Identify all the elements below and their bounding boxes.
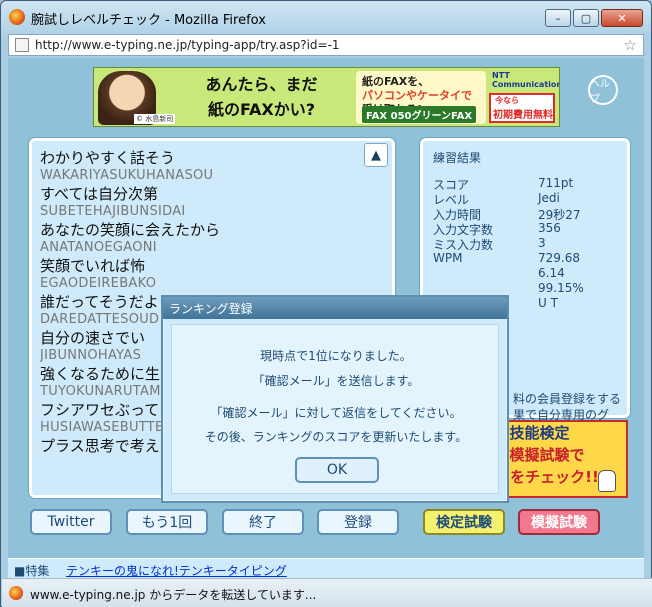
result-value: 3 xyxy=(538,236,546,250)
result-value: U T xyxy=(538,296,558,310)
end-button[interactable]: 終了 xyxy=(222,509,304,535)
banner-headline-line1: あんたら、まだ xyxy=(205,75,318,94)
mock-exam-button[interactable]: 模擬試験 xyxy=(518,509,600,535)
dialog-title: ランキング登録 xyxy=(169,302,253,316)
result-label: 入力時間 xyxy=(433,208,482,222)
firefox-status-icon xyxy=(9,586,23,600)
retry-button[interactable]: もう1回 xyxy=(126,509,208,535)
certification-exam-button[interactable]: 検定試験 xyxy=(423,509,505,535)
dialog-line4: その後、ランキングのスコアを更新いたします。 xyxy=(204,430,468,444)
result-value: 356 xyxy=(538,221,561,235)
banner-fax-label: FAX 050グリーンFAX xyxy=(362,106,477,123)
result-label: ミス入力数 xyxy=(433,238,494,252)
page-icon xyxy=(15,38,29,52)
dialog-line3: 「確認メール」に対して返信をしてください。 xyxy=(210,406,462,420)
ok-button[interactable]: OK xyxy=(295,457,379,483)
result-label xyxy=(433,281,538,296)
banner-credit: © 水島新司 xyxy=(134,114,176,124)
bookmark-star-icon[interactable]: ☆ xyxy=(624,36,637,54)
register-button[interactable]: 登録 xyxy=(317,509,399,535)
results-title: 練習結果 xyxy=(433,151,482,165)
ntt-logo: NTT Communications xyxy=(492,71,560,89)
text-line-romaji: ANATANOEGAONI xyxy=(40,240,157,255)
feature-bar: ■特集 テンキーの鬼になれ!テンキータイピング xyxy=(8,558,644,578)
firefox-icon xyxy=(9,9,25,25)
result-value: 729.68 xyxy=(538,251,580,265)
result-label xyxy=(433,266,538,281)
result-label: WPM xyxy=(433,251,463,265)
banner-promo-box: 今なら 初期費用無料 xyxy=(489,93,555,123)
pointer-hand-icon xyxy=(598,470,616,492)
dialog-line2: 「確認メール」を送信します。 xyxy=(252,374,420,388)
close-button[interactable]: ✕ xyxy=(601,9,643,27)
banner-headline-line2: 紙のFAXかい? xyxy=(207,100,316,119)
result-value: 29秒27 xyxy=(538,208,581,222)
result-value: 99.15% xyxy=(538,281,584,295)
result-row: 入力時間 29秒27 xyxy=(433,206,618,222)
result-value: Jedi xyxy=(538,191,560,205)
banner-promo-line2: 初期費用無料 xyxy=(493,110,553,121)
feature-tag: ■特集 xyxy=(14,564,50,578)
maximize-button[interactable]: ▢ xyxy=(573,9,599,27)
text-line-romaji: SUBETEHAJIBUNSIDAI xyxy=(40,204,186,219)
text-line-romaji: EGAODEIREBAKO xyxy=(40,276,157,291)
status-text: www.e-typing.ne.jp からデータを転送しています... xyxy=(30,588,317,602)
text-line-japanese: 笑顔でいれば怖 xyxy=(40,257,146,275)
url-text[interactable]: http://www.e-typing.ne.jp/typing-app/try… xyxy=(35,38,340,52)
result-row: WPM 729.68 xyxy=(433,251,618,266)
result-value: 6.14 xyxy=(538,266,565,280)
results-table: スコア 711pt レベル Jedi 入力時間 29秒27 入力文字数 356 ミス入力数 3 WP… xyxy=(433,176,618,311)
scroll-up-icon[interactable]: ▲ xyxy=(364,143,388,167)
banner-headline: あんたら、まだ 紙のFAXかい? xyxy=(174,72,349,122)
result-row: スコア 711pt xyxy=(433,176,618,192)
address-bar[interactable]: http://www.e-typing.ne.jp/typing-app/try… xyxy=(8,34,644,56)
minimize-button[interactable]: – xyxy=(545,9,571,27)
title-bar: 腕試しレベルチェック - Mozilla Firefox – ▢ ✕ xyxy=(1,1,651,33)
result-value: 711pt xyxy=(538,176,574,190)
result-row: 6.14 xyxy=(433,266,618,281)
browser-window: 腕試しレベルチェック - Mozilla Firefox – ▢ ✕ http:… xyxy=(0,0,652,607)
status-bar: www.e-typing.ne.jp からデータを転送しています... xyxy=(2,578,652,607)
text-line-japanese: わかりやすく話そう xyxy=(40,149,176,167)
feature-link[interactable]: テンキーの鬼になれ!テンキータイピング xyxy=(66,562,287,578)
ad-banner[interactable]: © 水島新司 あんたら、まだ 紙のFAXかい? 紙のFAXを、 パソコンやケータ… xyxy=(93,67,560,127)
text-line-japanese: あなたの笑顔に会えたから xyxy=(40,221,221,239)
result-row: ミス入力数 3 xyxy=(433,236,618,252)
result-row: 入力文字数 356 xyxy=(433,221,618,237)
dialog-line1: 現時点で1位になりました。 xyxy=(260,349,412,363)
dialog-body: 現時点で1位になりました。 「確認メール」を送信します。 「確認メール」に対して… xyxy=(171,324,499,494)
banner-promo-line1: 今なら xyxy=(495,96,519,105)
action-bar: Twitter もう1回 終了 登録 検定試験 模擬試験 xyxy=(30,509,630,539)
twitter-button[interactable]: Twitter xyxy=(30,509,112,535)
result-label: スコア xyxy=(433,178,470,192)
page-content: © 水島新司 あんたら、まだ 紙のFAXかい? 紙のFAXを、 パソコンやケータ… xyxy=(8,58,644,578)
dialog-header: ランキング登録 xyxy=(163,297,507,319)
result-row: 99.15% xyxy=(433,281,618,296)
help-button[interactable]: ヘルプ xyxy=(588,75,618,105)
result-label: 入力文字数 xyxy=(433,223,494,237)
window-controls: – ▢ ✕ xyxy=(545,9,643,27)
text-line-romaji: WAKARIYASUKUHANASOU xyxy=(40,168,214,183)
text-line-japanese: すべては自分次第 xyxy=(40,185,159,203)
window-title: 腕試しレベルチェック - Mozilla Firefox xyxy=(31,13,266,28)
result-label: レベル xyxy=(433,193,470,207)
result-row: レベル Jedi xyxy=(433,191,618,207)
ranking-dialog: ランキング登録 現時点で1位になりました。 「確認メール」を送信します。 「確認… xyxy=(161,295,509,503)
